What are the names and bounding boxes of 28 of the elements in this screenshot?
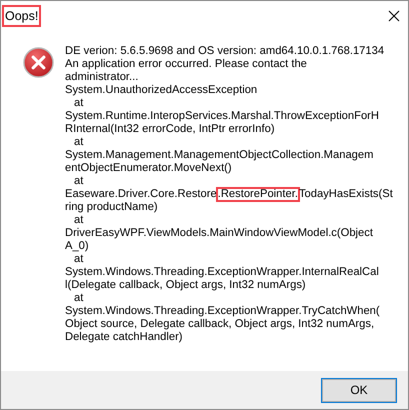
message-line: Delegate catchHandler) — [65, 331, 183, 344]
message-line: at — [73, 214, 84, 227]
message-line: DE verion: 5.6.5.9698 and OS version: amd64.10.0.1.768.17134 — [65, 45, 384, 58]
ok-button[interactable]: OK — [322, 378, 396, 402]
message-line: at — [73, 136, 84, 149]
message-line: Object source, Delegate callback, Object args, Int32 numArgs, — [65, 318, 374, 331]
message-line: System.Windows.Threading.ExceptionWrapper.InternalRealCal — [65, 266, 379, 279]
message-line: A_0) — [65, 240, 89, 253]
message-line: at — [73, 292, 84, 305]
message-line: ring productName) — [65, 201, 158, 214]
message-line: System.UnauthorizedAccessException — [65, 84, 258, 97]
message-line: administrator... — [65, 71, 138, 84]
message-line: Easeware.Driver.Core.Restore — [65, 188, 217, 201]
message-line: DriverEasyWPF.ViewModels.MainWindowViewModel.c(Object — [65, 227, 373, 240]
error-icon — [23, 47, 54, 78]
message-line: entObjectEnumerator.MoveNext() — [65, 162, 232, 175]
message-line: System.Windows.Threading.ExceptionWrapper.TryCatchWhen( — [65, 305, 380, 318]
message-line: RInternal(Int32 errorCode, IntPtr errorInfo) — [65, 123, 275, 136]
message-line: System.Runtime.InteropServices.Marshal.ThrowExceptionForH — [65, 110, 379, 123]
message-line: l(Delegate callback, Object args, Int32 numArgs) — [65, 279, 306, 292]
message-line: System.Management.ManagementObjectCollection.Managem — [65, 149, 374, 162]
message-line: An application error occurred. Please contact the — [65, 58, 307, 71]
message-line: at — [73, 97, 84, 110]
window-title: Oops! — [3, 6, 40, 26]
close-icon[interactable] — [388, 10, 400, 22]
message-line: at — [73, 253, 84, 266]
message-line: at — [73, 175, 84, 188]
highlighted-text: .RestorePointer. — [216, 188, 299, 201]
